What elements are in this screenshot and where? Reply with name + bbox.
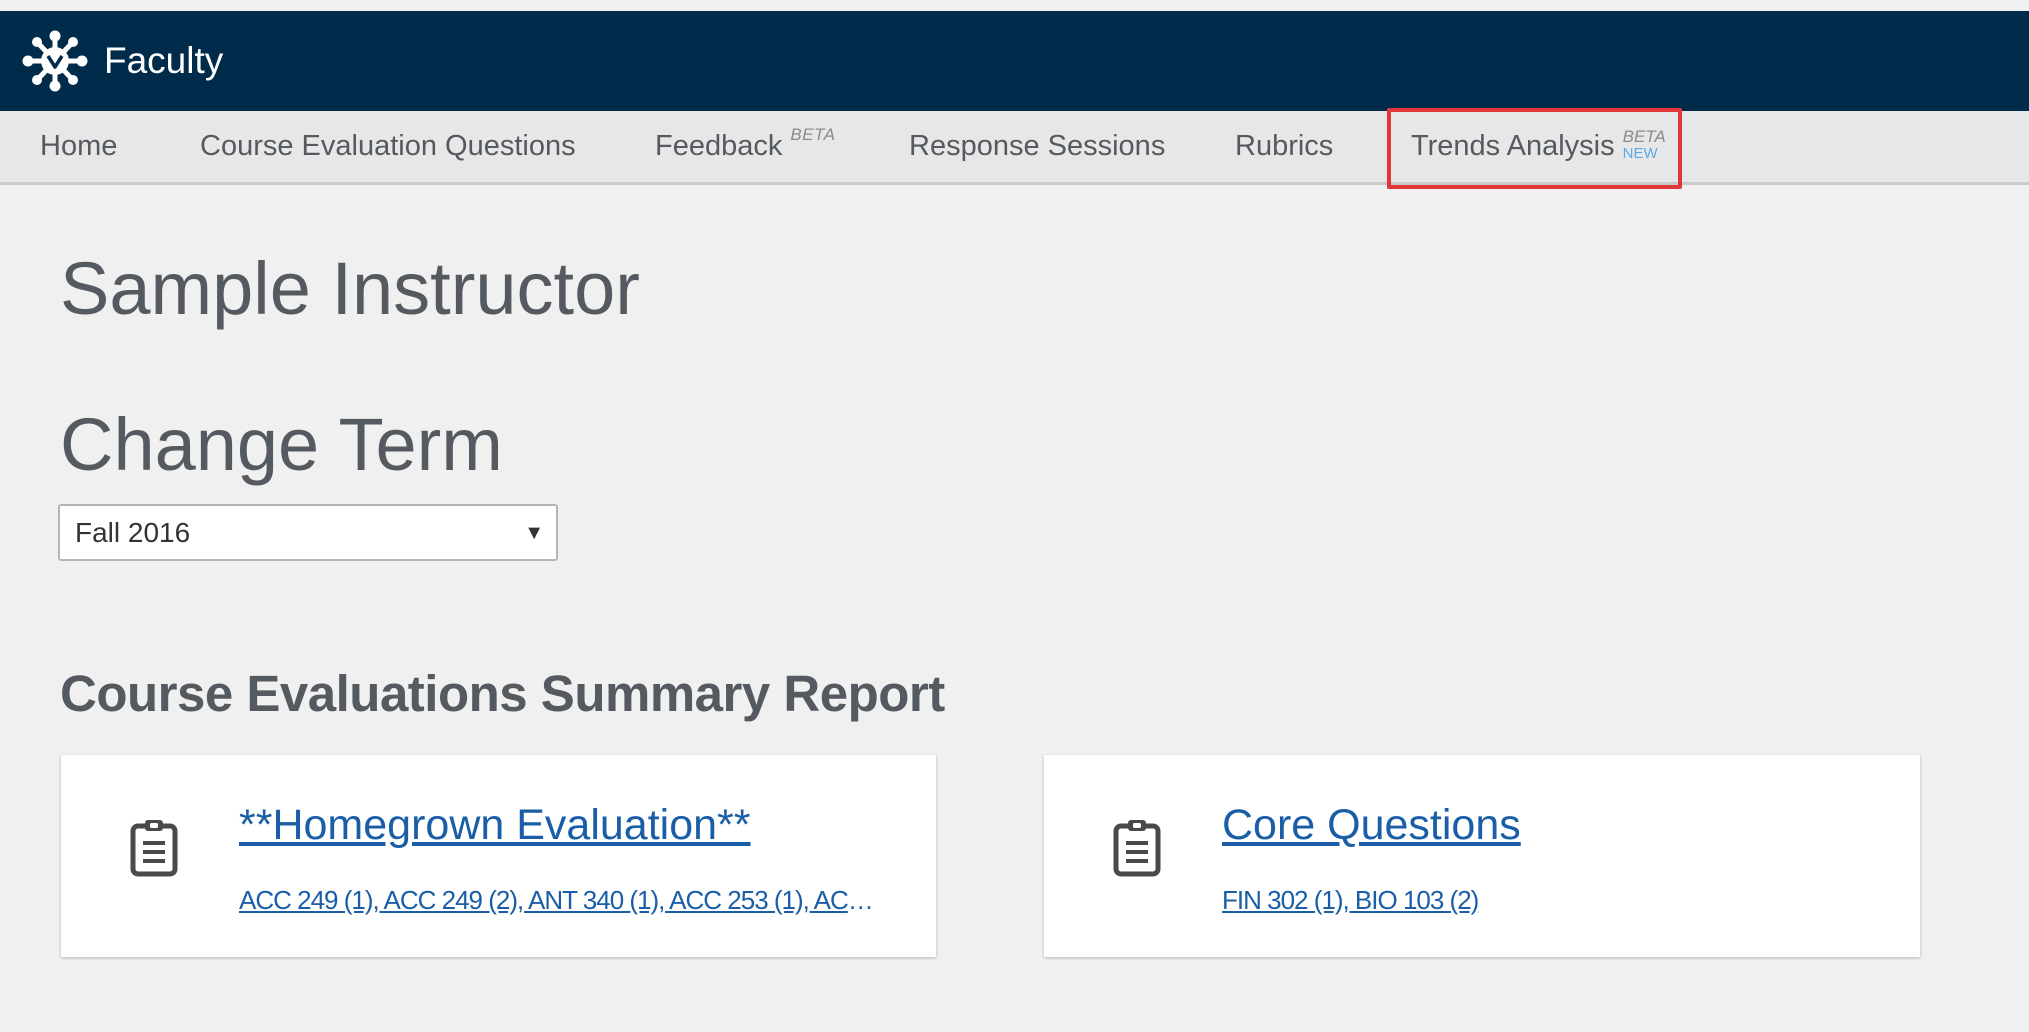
nav-rubrics-label: Rubrics (1235, 130, 1334, 162)
term-select[interactable]: Fall 2016 ▼ (58, 504, 558, 561)
nav-course-evaluation-questions[interactable]: Course Evaluation Questions (200, 111, 576, 182)
evaluation-title-link[interactable]: Core Questions (1222, 801, 1521, 850)
trends-badges: BETA NEW (1623, 128, 1666, 162)
nav-response-sessions-label: Response Sessions (909, 130, 1166, 162)
nav-trends-analysis[interactable]: Trends Analysis BETA NEW (1411, 111, 1666, 182)
dropdown-arrow-icon[interactable]: ▼ (524, 522, 544, 545)
clipboard-icon (130, 820, 178, 877)
evaluation-card: Core Questions FIN 302 (1), BIO 103 (2) (1044, 755, 1920, 957)
app-title[interactable]: Faculty (104, 40, 223, 82)
nav-feedback[interactable]: Feedback BETA (655, 111, 836, 182)
instructor-name-heading: Sample Instructor (60, 247, 640, 330)
beta-badge: BETA (790, 124, 836, 144)
summary-report-heading: Course Evaluations Summary Report (60, 665, 945, 722)
nav-feedback-label: Feedback (655, 130, 783, 162)
nav-course-evaluation-questions-label: Course Evaluation Questions (200, 130, 576, 162)
change-term-heading: Change Term (60, 403, 503, 486)
term-select-value: Fall 2016 (75, 516, 191, 548)
app-header: Faculty (0, 11, 2029, 111)
nav-trends-analysis-label: Trends Analysis (1411, 130, 1615, 162)
nav-home[interactable]: Home (40, 111, 117, 182)
clipboard-icon (1113, 820, 1161, 877)
evaluation-title-link[interactable]: **Homegrown Evaluation** (239, 801, 751, 850)
new-badge: NEW (1622, 144, 1658, 162)
evaluation-courses-link[interactable]: ACC 249 (1), ACC 249 (2), ANT 340 (1), A… (239, 885, 889, 916)
nav-rubrics[interactable]: Rubrics (1235, 111, 1333, 182)
main-nav: Home Course Evaluation Questions Feedbac… (0, 108, 2029, 189)
beta-badge: BETA (1622, 126, 1666, 146)
top-strip (0, 0, 2029, 11)
evaluation-courses-link[interactable]: FIN 302 (1), BIO 103 (2) (1222, 885, 1872, 916)
nav-home-label: Home (40, 130, 118, 162)
nav-response-sessions[interactable]: Response Sessions (909, 111, 1165, 182)
network-hub-icon[interactable] (20, 29, 90, 93)
evaluation-card: **Homegrown Evaluation** ACC 249 (1), AC… (61, 755, 936, 957)
